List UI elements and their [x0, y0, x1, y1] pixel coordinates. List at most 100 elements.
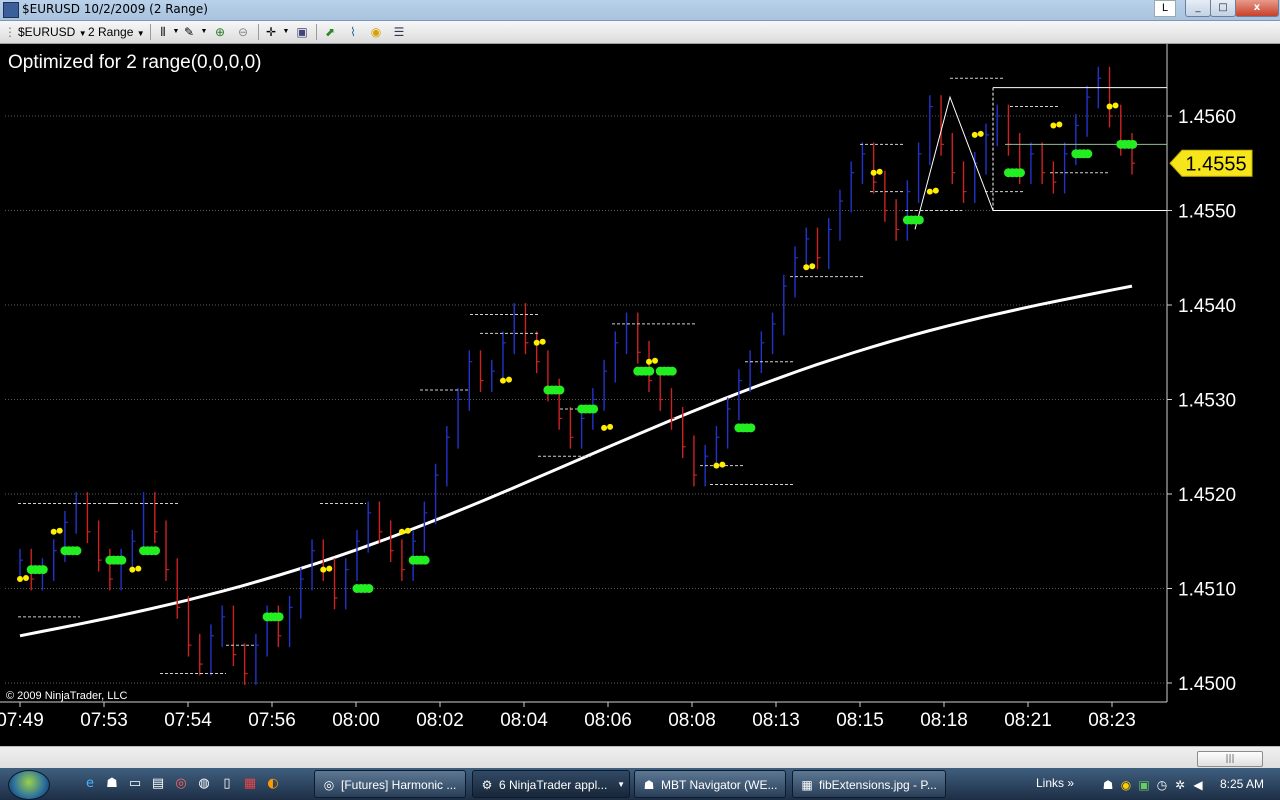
- language-badge[interactable]: L: [1154, 0, 1176, 17]
- x-tick-label: 08:13: [752, 710, 800, 731]
- chrome-icon: ◎: [323, 778, 335, 792]
- yellow-signal-dot: [135, 565, 142, 572]
- start-button[interactable]: [8, 770, 50, 800]
- data-box-icon[interactable]: ▣: [294, 24, 310, 40]
- x-tick-label: 08:23: [1088, 710, 1136, 731]
- yellow-signal-dot: [652, 357, 659, 364]
- yellow-signal-dot: [320, 566, 327, 573]
- instrument-label: $EURUSD: [18, 25, 76, 39]
- chart-canvas[interactable]: 1.4500 1.4510 1.4520 1.4530 1.4540 1.4550 1.45…: [0, 44, 1280, 746]
- instrument-dropdown[interactable]: $EURUSD ▼: [18, 24, 87, 40]
- chart-toolbar: ⋮ $EURUSD ▼ 2 Range ▼ ⫴ ▼ ✎ ▼ ⊕ ⊖ ✛ ▼ ▣ …: [0, 21, 1280, 44]
- yellow-signal-dot: [17, 576, 23, 583]
- x-tick-label: 08:06: [584, 710, 632, 731]
- window-title: $EURUSD 10/2/2009 (2 Range): [22, 2, 208, 16]
- taskbar-item-fibextensions[interactable]: ▦ fibExtensions.jpg - P...: [792, 770, 946, 798]
- indicators-icon[interactable]: ⌇: [345, 24, 361, 40]
- coin-icon[interactable]: ◉: [368, 24, 384, 40]
- green-signal-dot: [555, 385, 565, 395]
- green-signal-dot: [420, 555, 430, 565]
- x-tick-label: 08:21: [1004, 710, 1052, 731]
- drawing-tool-icon[interactable]: ✎: [181, 24, 197, 40]
- minimize-button[interactable]: _: [1185, 0, 1211, 17]
- yellow-signal-dot: [713, 462, 720, 469]
- desktop-icon[interactable]: ▭: [127, 776, 143, 792]
- taskbar-item-label: MBT Navigator (WE...: [661, 778, 778, 792]
- close-button[interactable]: x: [1235, 0, 1279, 17]
- strategy-label: Optimized for 2 range(0,0,0,0): [8, 52, 261, 73]
- x-tick-label: 08:18: [920, 710, 968, 731]
- tray-clock-icon[interactable]: ◷: [1154, 777, 1170, 793]
- green-signal-dot: [914, 215, 924, 225]
- period-dropdown[interactable]: 2 Range ▼: [88, 24, 145, 40]
- yellow-signal-dot: [977, 130, 984, 137]
- app-icon: [3, 2, 19, 18]
- period-label: 2 Range: [88, 25, 134, 39]
- x-tick-label: 07:56: [248, 710, 296, 731]
- tray-app-icon[interactable]: ☗: [1100, 777, 1116, 793]
- yellow-signal-dot: [926, 188, 933, 195]
- chevron-down-icon: ▼: [78, 29, 87, 38]
- links-toolbar[interactable]: Links »: [1036, 776, 1074, 790]
- x-tick-label: 08:08: [668, 710, 716, 731]
- ie-icon[interactable]: e: [82, 776, 98, 792]
- yellow-signal-dot: [932, 187, 939, 194]
- x-tick-label: 08:04: [500, 710, 548, 731]
- volume-icon[interactable]: ◀: [1190, 777, 1206, 793]
- y-tick-label: 1.4510: [1178, 580, 1236, 601]
- tray-bug-icon[interactable]: ✲: [1172, 777, 1188, 793]
- firefox-icon[interactable]: ◐: [265, 776, 281, 792]
- document-icon[interactable]: ▯: [219, 776, 235, 792]
- green-signal-dot: [72, 546, 82, 556]
- network-icon[interactable]: ▣: [1136, 777, 1152, 793]
- yellow-signal-dot: [50, 528, 57, 535]
- last-price-label: 1.4555: [1185, 153, 1246, 175]
- taskbar-item-ninjatrader[interactable]: ⚙ 6 NinjaTrader appl... ▼: [472, 770, 630, 798]
- app-quicklaunch-icon[interactable]: ☗: [104, 776, 120, 792]
- paint-quicklaunch-icon[interactable]: ▦: [242, 776, 258, 792]
- x-tick-label: 07:49: [0, 710, 44, 731]
- x-tick-label: 08:15: [836, 710, 884, 731]
- maximize-button[interactable]: □: [1210, 0, 1236, 17]
- chrome-icon[interactable]: ◎: [173, 776, 189, 792]
- taskbar-item-harmonic[interactable]: ◎ [Futures] Harmonic ...: [314, 770, 466, 798]
- yellow-signal-dot: [398, 528, 405, 535]
- green-signal-dot: [1015, 168, 1025, 178]
- links-label: Links: [1036, 776, 1065, 790]
- green-signal-dot: [151, 546, 161, 556]
- yellow-signal-dot: [404, 527, 411, 534]
- ninjatrader-icon: ⚙: [481, 778, 493, 792]
- toolbar-divider: [316, 24, 317, 40]
- x-tick-label: 08:00: [332, 710, 380, 731]
- taskbar-clock[interactable]: 8:25 AM: [1220, 777, 1264, 791]
- y-tick-label: 1.4540: [1178, 296, 1236, 317]
- windows-taskbar: e ☗ ▭ ▤ ◎ ◍ ▯ ▦ ◐ ◎ [Futures] Harmonic ..…: [0, 768, 1280, 800]
- green-signal-dot: [117, 555, 127, 565]
- yellow-signal-dot: [803, 264, 810, 271]
- zoom-out-icon[interactable]: ⊖: [235, 24, 251, 40]
- properties-icon[interactable]: ☰: [391, 24, 407, 40]
- tray-coin-icon[interactable]: ◉: [1118, 777, 1134, 793]
- green-signal-dot: [1083, 149, 1093, 159]
- chevron-down-icon[interactable]: ▼: [278, 24, 294, 40]
- crosshair-icon[interactable]: ✛: [263, 24, 279, 40]
- moving-average-line: [19, 284, 1133, 638]
- taskbar-item-label: [Futures] Harmonic ...: [341, 778, 457, 792]
- price-chart[interactable]: 1.4500 1.4510 1.4520 1.4530 1.4540 1.4550 1.45…: [0, 44, 1280, 746]
- yellow-signal-dot: [539, 338, 546, 345]
- yellow-signal-dot: [719, 461, 726, 468]
- scrollbar-thumb[interactable]: |||: [1197, 751, 1263, 767]
- window-titlebar: $EURUSD 10/2/2009 (2 Range) L _ □ x: [0, 0, 1280, 21]
- chevron-down-icon[interactable]: ▼: [196, 24, 212, 40]
- taskbar-item-mbt-navigator[interactable]: ☗ MBT Navigator (WE...: [634, 770, 786, 798]
- fib-extension-zigzag[interactable]: [914, 95, 994, 230]
- ninjatrader-quicklaunch-icon[interactable]: ◍: [196, 776, 212, 792]
- green-signal-dot: [364, 584, 374, 593]
- explorer-icon[interactable]: ▤: [150, 776, 166, 792]
- yellow-signal-dot: [646, 358, 653, 365]
- strategies-icon[interactable]: ⬈: [322, 24, 338, 40]
- y-tick-label: 1.4520: [1178, 485, 1236, 506]
- zoom-in-icon[interactable]: ⊕: [212, 24, 228, 40]
- green-signal-dot: [746, 423, 756, 433]
- chart-scrollbar[interactable]: |||: [0, 746, 1280, 769]
